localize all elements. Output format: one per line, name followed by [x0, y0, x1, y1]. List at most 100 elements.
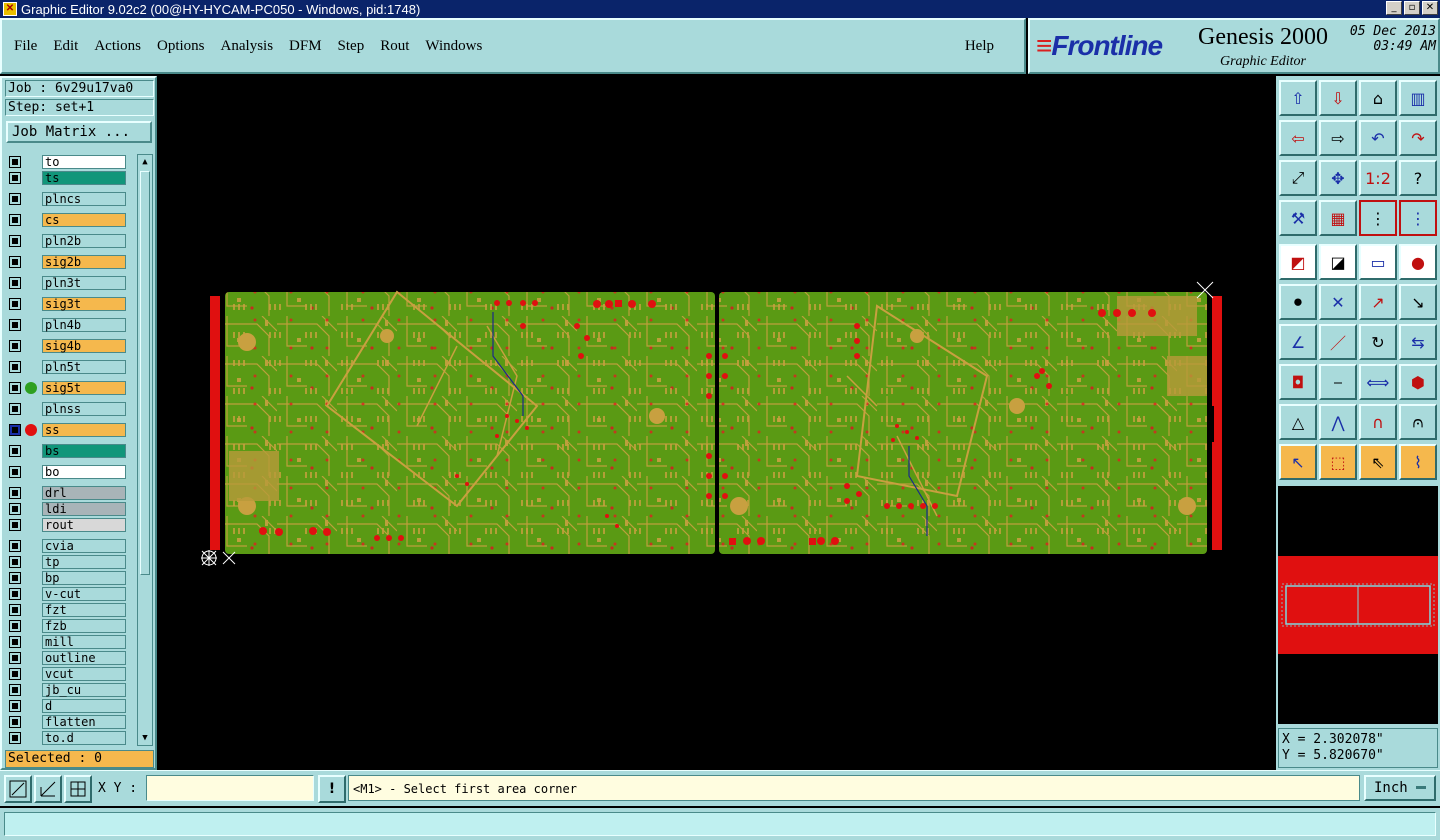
layer-row-sig4b[interactable]: sig4b [6, 338, 128, 354]
scroll-up-icon[interactable]: ▲ [138, 155, 152, 169]
layer-status-icon[interactable] [21, 276, 40, 290]
layer-name[interactable]: outline [42, 651, 126, 665]
layer-status-icon[interactable] [21, 555, 40, 569]
layer-name[interactable]: d [42, 699, 126, 713]
scroll-thumb[interactable] [140, 171, 150, 575]
layer-status-icon[interactable] [21, 318, 40, 332]
pcb-board-view[interactable] [157, 76, 1276, 770]
pan-left-icon[interactable]: ⇦ [1279, 120, 1317, 156]
menu-options[interactable]: Options [157, 38, 205, 55]
layer-row-bo[interactable]: bo [6, 464, 128, 480]
to-back-icon[interactable]: ⇩ [1319, 80, 1357, 116]
layer-row-pln2b[interactable]: pln2b [6, 233, 128, 249]
layer-status-icon[interactable] [21, 651, 40, 665]
layer-checkbox[interactable] [9, 156, 21, 168]
layer-name[interactable]: v-cut [42, 587, 126, 601]
layer-name[interactable]: bo [42, 465, 126, 479]
layer-row-rout[interactable]: rout [6, 517, 128, 533]
layer-checkbox[interactable] [9, 519, 21, 531]
pan-right-icon[interactable]: ⇨ [1319, 120, 1357, 156]
layer-name[interactable]: drl [42, 486, 126, 500]
layer-row-pln3t[interactable]: pln3t [6, 275, 128, 291]
layer-status-icon[interactable] [21, 502, 40, 516]
scroll-down-icon[interactable]: ▼ [138, 731, 152, 745]
layer-checkbox[interactable] [9, 256, 21, 268]
layer-name[interactable]: bs [42, 444, 126, 458]
pad-icon[interactable]: ◘ [1279, 364, 1317, 400]
layer-status-icon[interactable] [21, 192, 40, 206]
layer-row-ldi[interactable]: ldi [6, 501, 128, 517]
arc-icon[interactable]: ⋀ [1319, 404, 1357, 440]
layer-row-pln4b[interactable]: pln4b [6, 317, 128, 333]
arch-icon[interactable]: ∩ [1359, 404, 1397, 440]
layer-status-icon[interactable] [21, 213, 40, 227]
layer-checkbox[interactable] [9, 732, 21, 744]
job-matrix-button[interactable]: Job Matrix ... [6, 121, 152, 143]
layer-name[interactable]: pln5t [42, 360, 126, 374]
home-icon[interactable]: ⌂ [1359, 80, 1397, 116]
layer-row-cs[interactable]: cs [6, 212, 128, 228]
dimension-icon[interactable]: ⟺ [1359, 364, 1397, 400]
delete-icon[interactable]: ✕ [1319, 284, 1357, 320]
layer-name[interactable]: cvia [42, 539, 126, 553]
layer-name[interactable]: sig5t [42, 381, 126, 395]
layer-row-sig3t[interactable]: sig3t [6, 296, 128, 312]
layer-status-icon[interactable] [21, 619, 40, 633]
layer-row-plnss[interactable]: plnss [6, 401, 128, 417]
layer-status-icon[interactable] [21, 255, 40, 269]
grid-icon[interactable]: ▦ [1319, 200, 1357, 236]
split-view-icon[interactable]: ▥ [1399, 80, 1437, 116]
layer-status-icon[interactable] [21, 603, 40, 617]
layer-row-to.d[interactable]: to.d [6, 730, 128, 746]
layer-row-ss[interactable]: ss [6, 422, 128, 438]
layer-name[interactable]: pln3t [42, 276, 126, 290]
maximize-button[interactable]: ▫ [1404, 1, 1420, 15]
layer-name[interactable]: tp [42, 555, 126, 569]
measure-icon[interactable]: ◪ [1319, 244, 1357, 280]
tools-icon[interactable]: ⚒ [1279, 200, 1317, 236]
menu-rout[interactable]: Rout [380, 38, 409, 55]
layer-checkbox[interactable] [9, 424, 21, 436]
layer-status-icon[interactable] [21, 715, 40, 729]
pointer-icon[interactable]: ↖ [1279, 444, 1317, 480]
menu-windows[interactable]: Windows [425, 38, 482, 55]
layer-name[interactable]: rout [42, 518, 126, 532]
layer-name[interactable]: ldi [42, 502, 126, 516]
layer-name[interactable]: jb_cu [42, 683, 126, 697]
layer-row-to[interactable]: to [6, 154, 128, 170]
layer-checkbox[interactable] [9, 684, 21, 696]
help-icon[interactable]: ? [1399, 160, 1437, 196]
menu-step[interactable]: Step [338, 38, 365, 55]
layer-checkbox[interactable] [9, 172, 21, 184]
layer-status-icon[interactable] [21, 683, 40, 697]
shape-icon[interactable]: ⬢ [1399, 364, 1437, 400]
triangle-icon[interactable]: △ [1279, 404, 1317, 440]
layer-name[interactable]: vcut [42, 667, 126, 681]
layer-status-icon[interactable] [21, 731, 40, 745]
menu-dfm[interactable]: DFM [289, 38, 322, 55]
move-icon[interactable]: ↗ [1359, 284, 1397, 320]
layer-row-tp[interactable]: tp [6, 554, 128, 570]
layer-checkbox[interactable] [9, 668, 21, 680]
xy-input[interactable] [146, 775, 314, 801]
to-front-icon[interactable]: ⇧ [1279, 80, 1317, 116]
mirror-icon[interactable]: ⇆ [1399, 324, 1437, 360]
layer-name[interactable]: bp [42, 571, 126, 585]
zoom-fit-icon[interactable]: ⤢ [1279, 160, 1317, 196]
layer-name[interactable]: fzb [42, 619, 126, 633]
layer-checkbox[interactable] [9, 466, 21, 478]
route-icon[interactable]: ⌇ [1399, 444, 1437, 480]
layer-row-drl[interactable]: drl [6, 485, 128, 501]
layer-name[interactable]: ts [42, 171, 126, 185]
snap-grid-icon[interactable] [64, 775, 92, 803]
graphic-canvas[interactable] [157, 76, 1276, 770]
redo-icon[interactable]: ↷ [1399, 120, 1437, 156]
layer-checkbox[interactable] [9, 503, 21, 515]
menu-file[interactable]: File [14, 38, 37, 55]
zoom-1to2-icon[interactable]: 1:2 [1359, 160, 1397, 196]
layer-checkbox[interactable] [9, 588, 21, 600]
layer-name[interactable]: ss [42, 423, 126, 437]
close-button[interactable]: ✕ [1422, 1, 1438, 15]
layer-row-outline[interactable]: outline [6, 650, 128, 666]
alert-icon[interactable]: ! [318, 775, 346, 803]
